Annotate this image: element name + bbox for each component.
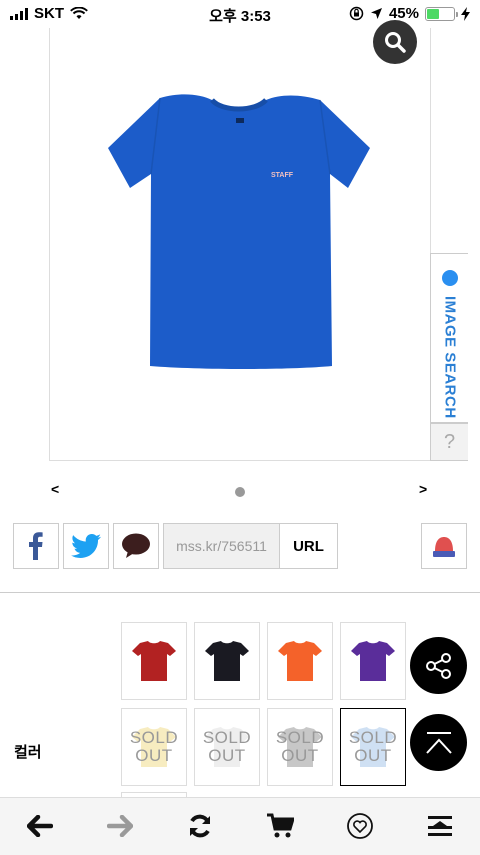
cart-icon: [267, 813, 294, 838]
color-swatch-orange[interactable]: [267, 622, 333, 700]
soldout-overlay: SOLD OUT: [341, 709, 405, 785]
refresh-icon: [190, 814, 210, 838]
color-label: 컬러: [14, 744, 42, 761]
tee-print-text: STAFF: [271, 172, 294, 179]
soldout-text: SOLD: [129, 728, 179, 747]
share-icon: [425, 652, 451, 679]
tshirt-red-thumb: [132, 641, 176, 681]
soldout-overlay: SOLD OUT: [122, 709, 186, 785]
soldout-text: SOLD: [348, 728, 398, 747]
twitter-share-button[interactable]: [63, 523, 109, 569]
arrow-up-icon: [425, 731, 452, 754]
tshirt-purple-thumb: [351, 641, 395, 681]
color-swatch-yellow-soldout[interactable]: SOLD OUT: [121, 708, 187, 786]
menu-icon: [428, 816, 452, 836]
image-search-tab[interactable]: IMAGE SEARCH: [430, 253, 468, 423]
siren-icon: [433, 537, 455, 557]
forward-arrow-icon: [107, 815, 133, 837]
color-swatch-gray-soldout[interactable]: SOLD OUT: [267, 708, 333, 786]
refresh-button[interactable]: [182, 810, 218, 842]
soldout-text: OUT: [135, 746, 173, 765]
rotation-lock-icon: [349, 6, 364, 21]
color-swatch-lightblue-soldout[interactable]: SOLD OUT: [340, 708, 406, 786]
tshirt-orange-thumb: [278, 641, 322, 681]
soldout-text: SOLD: [202, 728, 252, 747]
copy-url-button[interactable]: URL: [280, 523, 338, 569]
soldout-overlay: SOLD OUT: [195, 709, 259, 785]
product-image[interactable]: STAFF: [50, 28, 430, 460]
facebook-icon: [29, 532, 43, 560]
chat-bubble-icon: [122, 533, 150, 558]
kakaotalk-share-button[interactable]: [113, 523, 159, 569]
charging-icon: [461, 6, 470, 21]
short-url-field[interactable]: mss.kr/756511: [163, 523, 280, 569]
share-fab-button[interactable]: [410, 637, 467, 694]
search-button[interactable]: [373, 20, 417, 64]
facebook-share-button[interactable]: [13, 523, 59, 569]
soldout-text: OUT: [354, 746, 392, 765]
twitter-icon: [71, 534, 101, 558]
soldout-overlay: SOLD OUT: [268, 709, 332, 785]
color-swatch-red[interactable]: [121, 622, 187, 700]
image-search-label: IMAGE SEARCH: [441, 295, 459, 419]
menu-button[interactable]: [422, 810, 458, 842]
section-divider: [0, 592, 480, 593]
color-swatch-black[interactable]: [194, 622, 260, 700]
alarm-button[interactable]: [421, 523, 467, 569]
carousel-indicator[interactable]: [235, 487, 245, 497]
tshirt-black-thumb: [205, 641, 249, 681]
location-icon: [370, 8, 382, 19]
status-right: 45%: [349, 5, 470, 22]
search-icon: [385, 32, 406, 53]
wishlist-button[interactable]: [342, 810, 378, 842]
share-row: mss.kr/756511 URL: [0, 523, 480, 569]
heart-icon: [347, 813, 373, 839]
back-button[interactable]: [22, 810, 58, 842]
carousel-next-button[interactable]: >: [419, 481, 427, 497]
soldout-text: OUT: [208, 746, 246, 765]
soldout-text: SOLD: [275, 728, 325, 747]
back-arrow-icon: [27, 815, 53, 837]
carousel-prev-button[interactable]: <: [51, 481, 59, 497]
battery-icon: [425, 6, 458, 21]
forward-button[interactable]: [102, 810, 138, 842]
help-button[interactable]: ?: [430, 423, 468, 461]
scroll-top-fab-button[interactable]: [410, 714, 467, 771]
bottom-toolbar: [0, 797, 480, 855]
soldout-text: OUT: [281, 746, 319, 765]
color-swatch-purple[interactable]: [340, 622, 406, 700]
cart-button[interactable]: [262, 810, 298, 842]
product-image-frame[interactable]: STAFF: [49, 28, 431, 461]
color-swatch-white-soldout[interactable]: SOLD OUT: [194, 708, 260, 786]
